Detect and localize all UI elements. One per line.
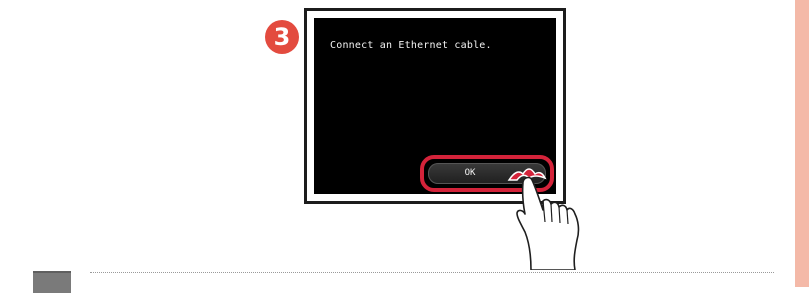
page-edge-strip [795, 0, 809, 287]
screen-message: Connect an Ethernet cable. [330, 40, 492, 51]
step-number-badge: 3 [265, 20, 299, 54]
note-divider [90, 272, 774, 273]
pointing-hand-icon [507, 168, 580, 270]
note-icon [33, 271, 71, 293]
